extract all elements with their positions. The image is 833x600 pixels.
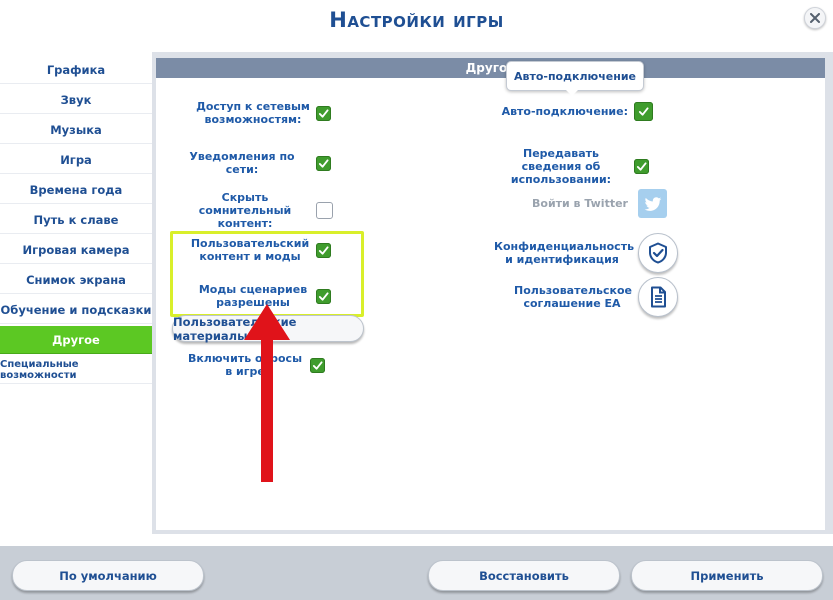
- user-agreement-button[interactable]: [638, 277, 678, 317]
- sidebar-item-screenshot[interactable]: Снимок экрана: [0, 266, 152, 294]
- option-network-notifications[interactable]: Уведомления по сети:: [174, 150, 331, 176]
- option-label: Пользовательский контент и моды: [190, 237, 310, 263]
- option-label: Авто-подключение:: [501, 105, 628, 118]
- checkmark-icon: [318, 245, 329, 255]
- sidebar-item-other[interactable]: Другое: [0, 326, 152, 354]
- user-agreement-option[interactable]: Пользовательское соглашение EA: [514, 277, 678, 317]
- option-auto-connect[interactable]: Авто-подключение:: [500, 102, 653, 121]
- checkmark-icon: [318, 158, 329, 168]
- sidebar-item-label: Графика: [46, 62, 106, 77]
- share-usage-checkbox[interactable]: [634, 159, 649, 174]
- panel-header: Другое: [156, 58, 825, 78]
- red-arrow-annotation: [244, 304, 290, 482]
- privacy-button[interactable]: [638, 233, 678, 273]
- privacy-label: Конфиденциальность и идентификация: [494, 240, 635, 266]
- sidebar-item-label: Звук: [60, 92, 92, 107]
- default-button[interactable]: По умолчанию: [12, 560, 204, 591]
- sidebar-item-game[interactable]: Игра: [0, 146, 152, 174]
- privacy-option[interactable]: Конфиденциальность и идентификация: [494, 233, 678, 273]
- option-label: Передавать сведения об использовании:: [510, 147, 612, 186]
- sidebar-item-label: Другое: [52, 332, 100, 347]
- sidebar-item-label: Специальные возможности: [0, 358, 79, 381]
- twitter-label: Войти в Twitter: [532, 197, 628, 210]
- sidebar-item-accessibility[interactable]: Специальные возможности: [0, 356, 152, 384]
- custom-content-checkbox[interactable]: [316, 242, 331, 258]
- script-mods-checkbox[interactable]: [316, 288, 331, 304]
- checkmark-icon: [318, 291, 329, 301]
- restore-button[interactable]: Восстановить: [428, 560, 620, 591]
- button-label: Восстановить: [479, 568, 569, 583]
- twitter-login[interactable]: Войти в Twitter: [530, 189, 667, 218]
- option-network-access[interactable]: Доступ к сетевым возможностям:: [196, 100, 331, 126]
- user-agreement-label: Пользовательское соглашение EA: [514, 284, 632, 310]
- sidebar-item-music[interactable]: Музыка: [0, 116, 152, 144]
- sidebar-item-camera[interactable]: Игровая камера: [0, 236, 152, 264]
- option-label: Уведомления по сети:: [189, 150, 295, 176]
- sidebar-item-tutorial[interactable]: Обучение и подсказки: [0, 296, 152, 324]
- sidebar-item-label: Музыка: [50, 122, 102, 137]
- sidebar-item-graphics[interactable]: Графика: [0, 56, 152, 84]
- checkmark-icon: [318, 108, 329, 118]
- option-custom-content[interactable]: Пользовательский контент и моды: [190, 237, 331, 263]
- close-button[interactable]: [804, 7, 826, 29]
- sidebar-item-label: Игра: [60, 152, 92, 167]
- hide-questionable-checkbox[interactable]: [316, 202, 333, 219]
- auto-connect-checkbox[interactable]: [634, 102, 653, 121]
- sidebar-item-fame[interactable]: Путь к славе: [0, 206, 152, 234]
- page-title: Настройки игры: [329, 8, 504, 32]
- checkmark-icon: [636, 162, 647, 171]
- sidebar-item-label: Путь к славе: [33, 212, 119, 227]
- sidebar-item-label: Игровая камера: [22, 242, 130, 257]
- checkmark-icon: [312, 360, 323, 370]
- settings-window: Настройки игры Графика Звук Музыка Игра …: [0, 0, 833, 600]
- option-share-usage[interactable]: Передавать сведения об использовании:: [494, 147, 649, 186]
- network-notifications-checkbox[interactable]: [316, 155, 331, 171]
- option-label: Доступ к сетевым возможностям:: [196, 100, 310, 126]
- sidebar: Графика Звук Музыка Игра Времена года Пу…: [0, 56, 152, 386]
- network-access-checkbox[interactable]: [316, 105, 331, 121]
- shield-check-icon: [649, 242, 667, 264]
- sidebar-item-label: Обучение и подсказки: [0, 302, 152, 317]
- twitter-bird-icon: [644, 196, 661, 211]
- button-label: По умолчанию: [59, 568, 157, 583]
- checkmark-icon: [638, 107, 649, 116]
- button-label: Применить: [690, 568, 764, 583]
- sidebar-item-label: Снимок экрана: [26, 272, 126, 287]
- document-icon: [651, 286, 666, 308]
- sidebar-item-sound[interactable]: Звук: [0, 86, 152, 114]
- auto-connect-tooltip: Авто-подключение: [506, 61, 644, 96]
- sidebar-item-label: Времена года: [29, 182, 123, 197]
- in-game-surveys-checkbox[interactable]: [310, 357, 325, 373]
- option-hide-questionable[interactable]: Скрыть сомнительный контент:: [180, 191, 333, 230]
- sidebar-item-seasons[interactable]: Времена года: [0, 176, 152, 204]
- option-label: Скрыть сомнительный контент:: [198, 191, 292, 230]
- twitter-button[interactable]: [638, 189, 667, 218]
- close-icon: [810, 13, 820, 23]
- apply-button[interactable]: Применить: [631, 560, 823, 591]
